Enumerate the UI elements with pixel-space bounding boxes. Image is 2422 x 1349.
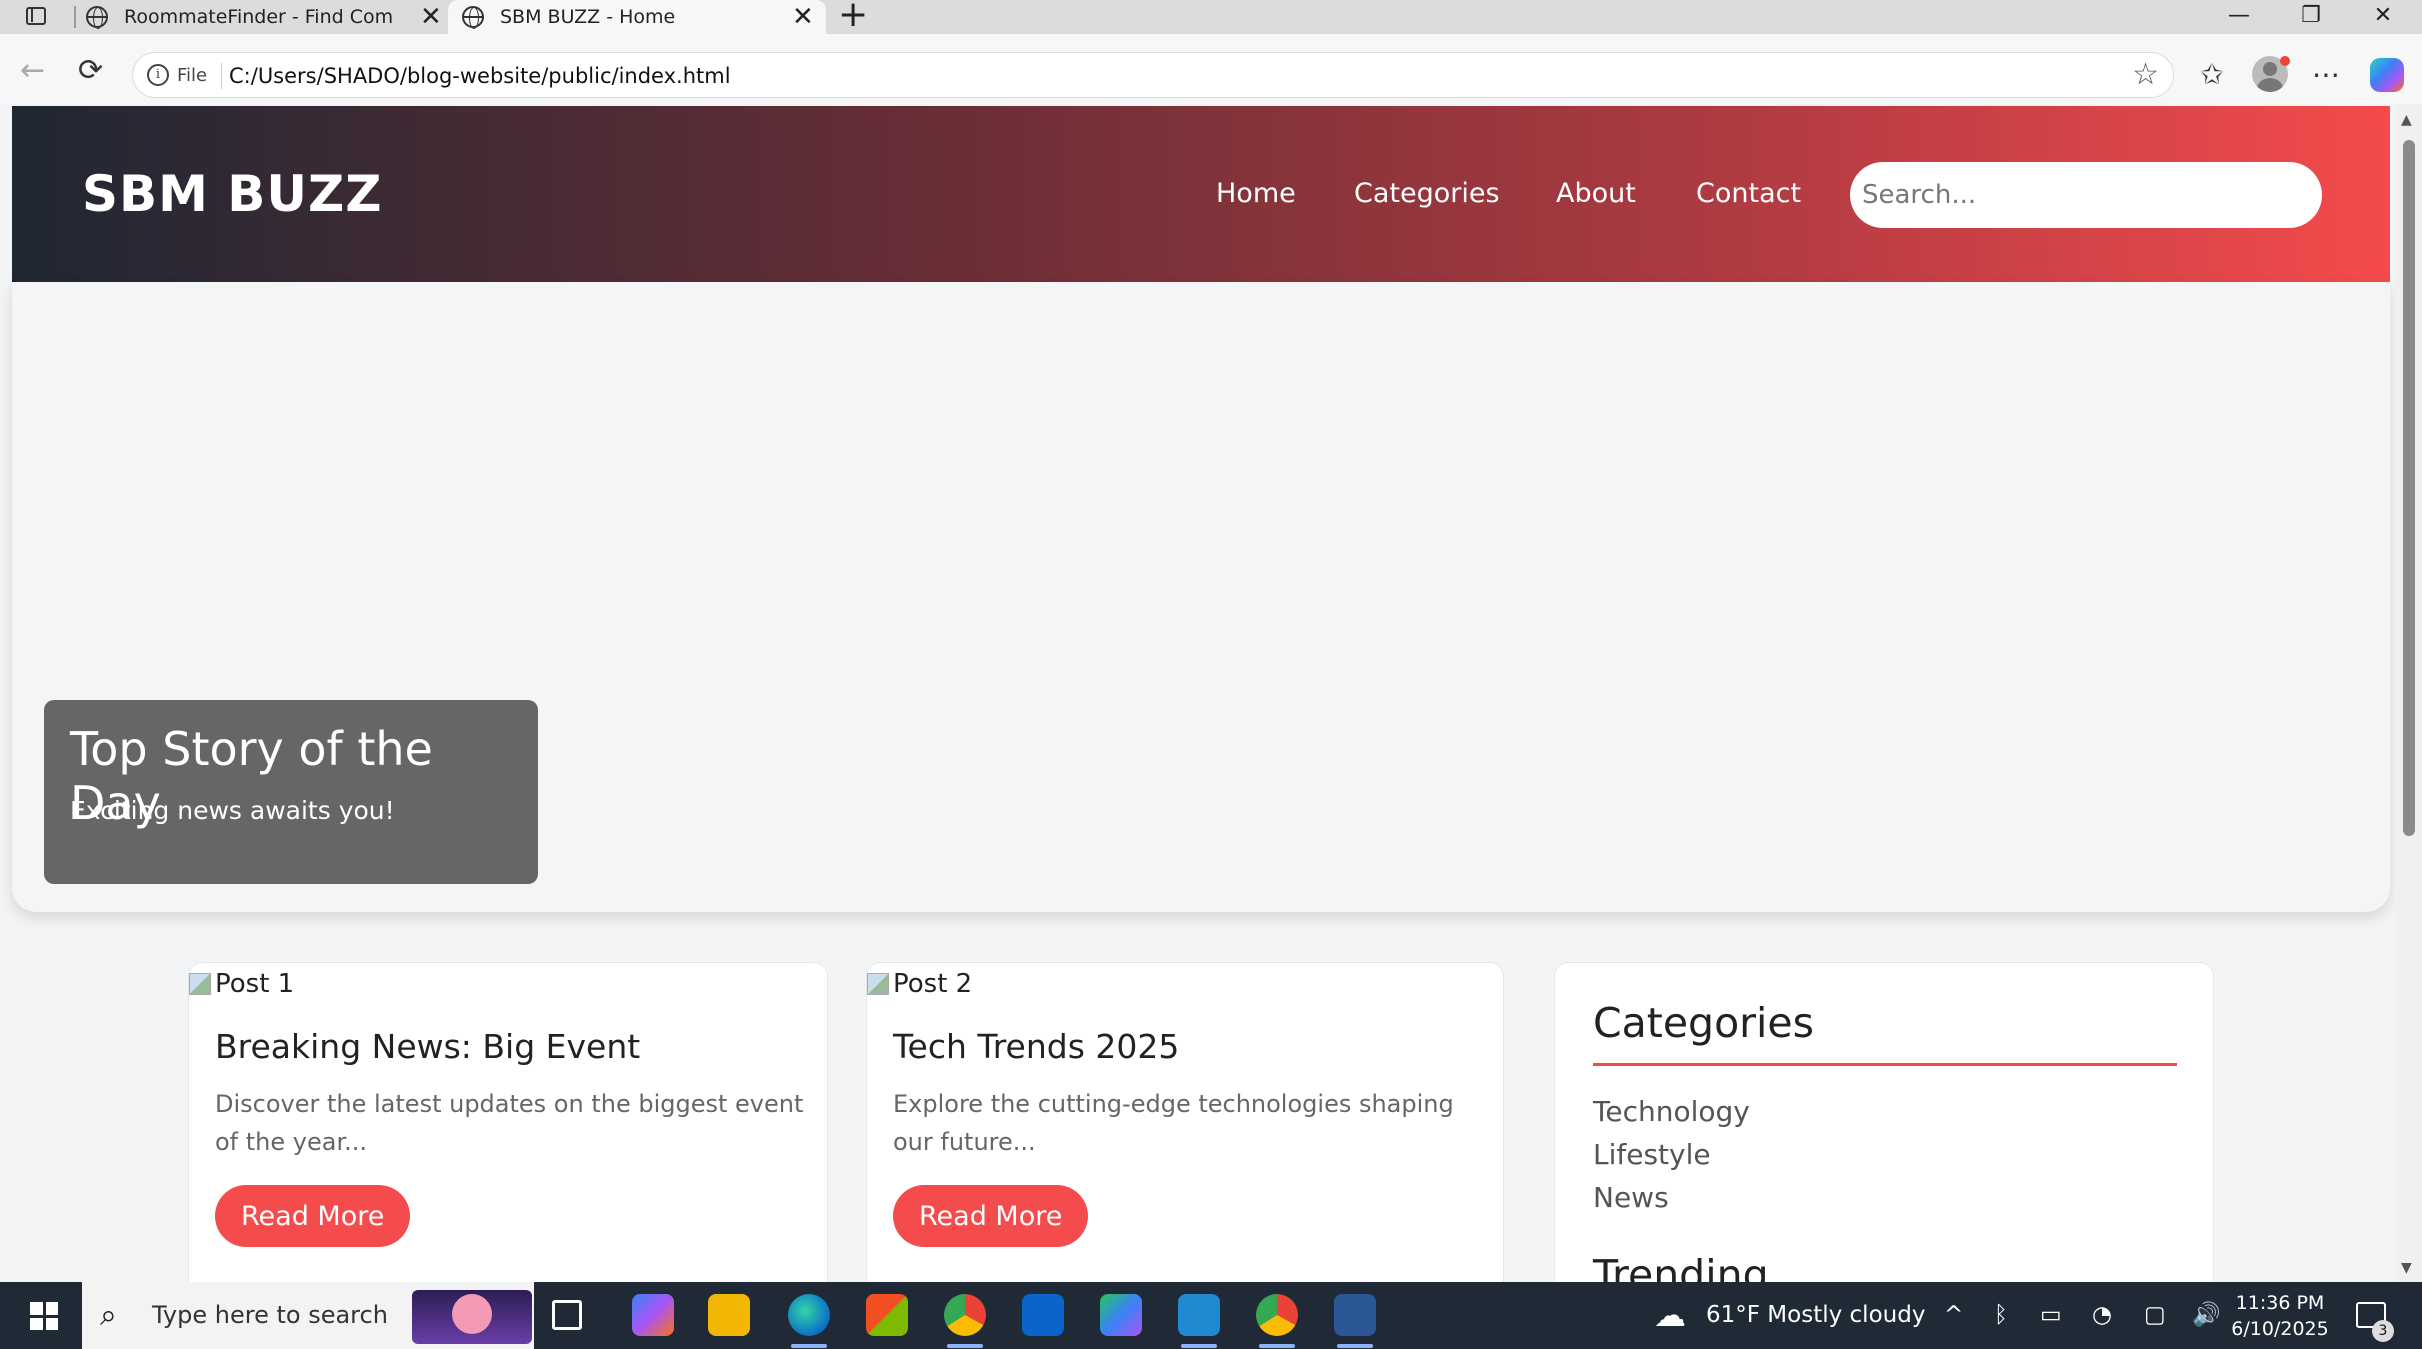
site-logo[interactable]: SBM BUZZ xyxy=(82,106,383,282)
category-link-news[interactable]: News xyxy=(1593,1181,1669,1214)
broken-image-icon xyxy=(867,973,889,995)
nav-link-about[interactable]: About xyxy=(1556,106,1636,282)
heading-underline xyxy=(1593,1063,2177,1066)
file-explorer-icon[interactable] xyxy=(708,1294,750,1336)
address-divider xyxy=(221,63,222,89)
windows-start-icon[interactable] xyxy=(30,1302,58,1330)
tray-chevron-icon[interactable]: ^ xyxy=(1944,1282,1963,1349)
post-image-alt: Post 1 xyxy=(215,969,295,999)
back-icon[interactable]: ← xyxy=(20,52,45,90)
reload-icon[interactable]: ⟳ xyxy=(78,52,103,90)
search-icon: ⌕ xyxy=(100,1298,117,1333)
address-url[interactable]: C:/Users/SHADO/blog-website/public/index… xyxy=(229,53,731,99)
favorites-icon[interactable]: ✩ xyxy=(2192,56,2232,94)
tab-title: RoommateFinder - Find Compatil xyxy=(124,6,394,28)
vscode-active-indicator xyxy=(1181,1344,1217,1348)
windows-taskbar: ⌕ Type here to search ☁ 61°F Mostly clou… xyxy=(0,1282,2422,1349)
scroll-up-icon[interactable]: ▲ xyxy=(2401,112,2412,128)
chrome-active-indicator xyxy=(947,1344,983,1348)
favorite-star-icon[interactable]: ☆ xyxy=(2132,53,2159,97)
word-active-indicator xyxy=(1337,1344,1373,1348)
page-viewport: SBM BUZZ Home Categories About Contact T… xyxy=(0,104,2396,1282)
m365-icon[interactable] xyxy=(1100,1294,1142,1336)
task-view-icon[interactable] xyxy=(552,1300,582,1330)
tab-separator xyxy=(74,6,76,28)
info-icon[interactable]: i xyxy=(147,64,169,86)
category-link-technology[interactable]: Technology xyxy=(1593,1095,1750,1128)
clock-date: 6/10/2025 xyxy=(2231,1318,2329,1340)
tab-title: SBM BUZZ - Home xyxy=(500,6,676,28)
tab-sbm-buzz[interactable]: SBM BUZZ - Home ✕ xyxy=(448,0,826,34)
hero-section: Top Story of the Day Exciting news await… xyxy=(12,282,2390,912)
weather-text[interactable]: 61°F Mostly cloudy xyxy=(1706,1282,1925,1349)
post-excerpt: Discover the latest updates on the bigge… xyxy=(215,1090,804,1156)
chrome-profile-c-icon[interactable] xyxy=(1256,1294,1298,1336)
search-input[interactable] xyxy=(1850,162,2322,228)
copilot-taskbar-icon[interactable] xyxy=(632,1294,674,1336)
more-menu-icon[interactable]: ⋯ xyxy=(2306,56,2346,94)
taskbar-search-placeholder: Type here to search xyxy=(152,1301,388,1329)
post-title: Tech Trends 2025 xyxy=(893,1027,1180,1066)
sidebar-trending-heading: Trending xyxy=(1593,1251,1769,1282)
broken-image-icon xyxy=(189,973,211,995)
vscode-icon[interactable] xyxy=(1178,1294,1220,1336)
nav-link-home[interactable]: Home xyxy=(1216,106,1296,282)
scrollbar-thumb[interactable] xyxy=(2403,140,2415,836)
tab-roommatefinder[interactable]: RoommateFinder - Find Compatil ✕ xyxy=(86,0,448,34)
hero-subtitle: Exciting news awaits you! xyxy=(70,796,395,825)
tab-close-icon[interactable]: ✕ xyxy=(792,0,814,34)
globe-icon xyxy=(86,6,108,29)
edge-active-indicator xyxy=(791,1344,827,1348)
close-window-button[interactable]: ✕ xyxy=(2358,0,2408,34)
page-scrollbar[interactable]: ▲ ▼ xyxy=(2396,104,2422,1282)
tab-actions-icon[interactable] xyxy=(22,4,50,30)
hero-caption: Top Story of the Day Exciting news await… xyxy=(44,700,538,884)
post-excerpt: Explore the cutting-edge technologies sh… xyxy=(893,1090,1454,1156)
notification-count-badge: 3 xyxy=(2372,1320,2394,1342)
address-scheme-label: File xyxy=(177,65,208,86)
globe-icon xyxy=(462,6,484,29)
bluetooth-icon[interactable]: ᛒ xyxy=(1994,1282,2008,1349)
new-tab-button[interactable]: + xyxy=(838,0,868,33)
outlook-icon[interactable] xyxy=(1022,1294,1064,1336)
profile-notification-dot xyxy=(2280,56,2290,66)
post-card: Post 1 Breaking News: Big Event Discover… xyxy=(188,962,828,1282)
browser-tab-bar: RoommateFinder - Find Compatil ✕ SBM BUZ… xyxy=(0,0,2422,34)
volume-icon[interactable]: 🔊 xyxy=(2192,1282,2221,1349)
meet-now-icon[interactable]: ▢ xyxy=(2144,1282,2166,1349)
read-more-button[interactable]: Read More xyxy=(215,1185,411,1247)
post-card: Post 2 Tech Trends 2025 Explore the cutt… xyxy=(866,962,1504,1282)
sidebar: Categories Technology Lifestyle News Tre… xyxy=(1554,962,2214,1282)
category-link-lifestyle[interactable]: Lifestyle xyxy=(1593,1138,1711,1171)
taskbar-search-box[interactable]: ⌕ Type here to search xyxy=(82,1282,534,1349)
copilot-icon[interactable] xyxy=(2370,58,2404,92)
word-icon[interactable] xyxy=(1334,1294,1376,1336)
address-bar[interactable]: i File C:/Users/SHADO/blog-website/publi… xyxy=(132,52,2174,98)
sidebar-categories-heading: Categories xyxy=(1593,999,1814,1047)
weather-cloud-icon[interactable]: ☁ xyxy=(1654,1282,1686,1349)
nav-link-categories[interactable]: Categories xyxy=(1354,106,1500,282)
post-image-broken: Post 1 xyxy=(189,969,294,999)
post-title: Breaking News: Big Event xyxy=(215,1027,641,1066)
search-highlight-art xyxy=(412,1290,532,1344)
site-header: SBM BUZZ Home Categories About Contact xyxy=(12,106,2390,282)
microsoft-store-icon[interactable] xyxy=(866,1294,908,1336)
read-more-button[interactable]: Read More xyxy=(893,1185,1089,1247)
taskbar-clock[interactable]: 11:36 PM 6/10/2025 xyxy=(2220,1290,2340,1342)
battery-icon[interactable]: ▭ xyxy=(2040,1282,2062,1349)
edge-browser-icon[interactable] xyxy=(788,1294,830,1336)
tab-close-icon[interactable]: ✕ xyxy=(420,0,442,34)
maximize-button[interactable]: ❐ xyxy=(2286,0,2336,34)
nav-link-contact[interactable]: Contact xyxy=(1696,106,1801,282)
scroll-down-icon[interactable]: ▼ xyxy=(2401,1260,2412,1276)
post-image-alt: Post 2 xyxy=(893,969,973,999)
chrome2-active-indicator xyxy=(1259,1344,1295,1348)
post-image-broken: Post 2 xyxy=(867,969,972,999)
clock-time: 11:36 PM xyxy=(2235,1292,2325,1314)
wifi-icon[interactable]: ◔ xyxy=(2092,1282,2112,1349)
minimize-button[interactable]: — xyxy=(2214,0,2264,34)
chrome-profile-k-icon[interactable] xyxy=(944,1294,986,1336)
